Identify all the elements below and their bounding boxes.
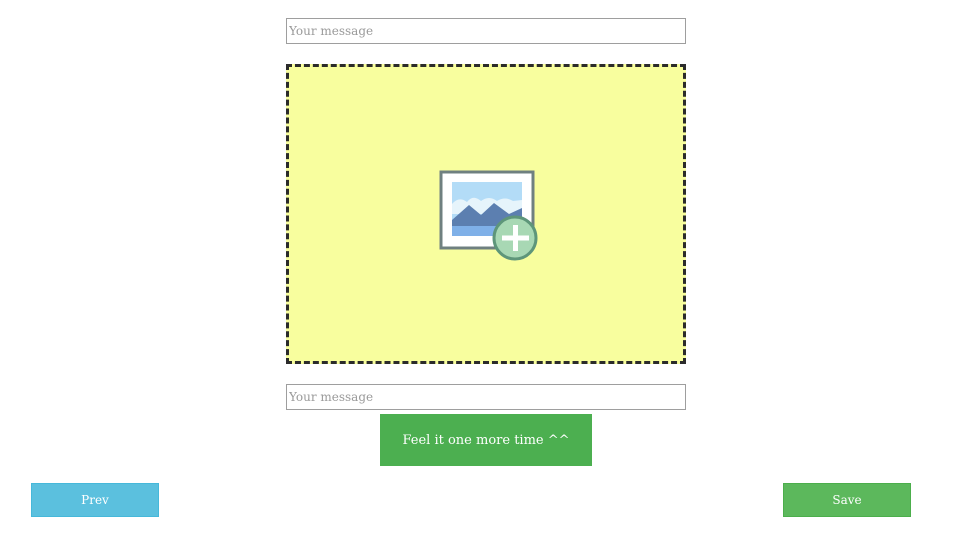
page: Feel it one more time ^^ Prev Save	[0, 0, 958, 538]
message-input-top[interactable]	[286, 18, 686, 44]
save-button[interactable]: Save	[783, 483, 911, 517]
message-input-bottom[interactable]	[286, 384, 686, 410]
image-dropzone[interactable]	[286, 64, 686, 364]
add-image-icon	[439, 170, 538, 261]
feel-again-button[interactable]: Feel it one more time ^^	[380, 414, 592, 466]
prev-button[interactable]: Prev	[31, 483, 159, 517]
